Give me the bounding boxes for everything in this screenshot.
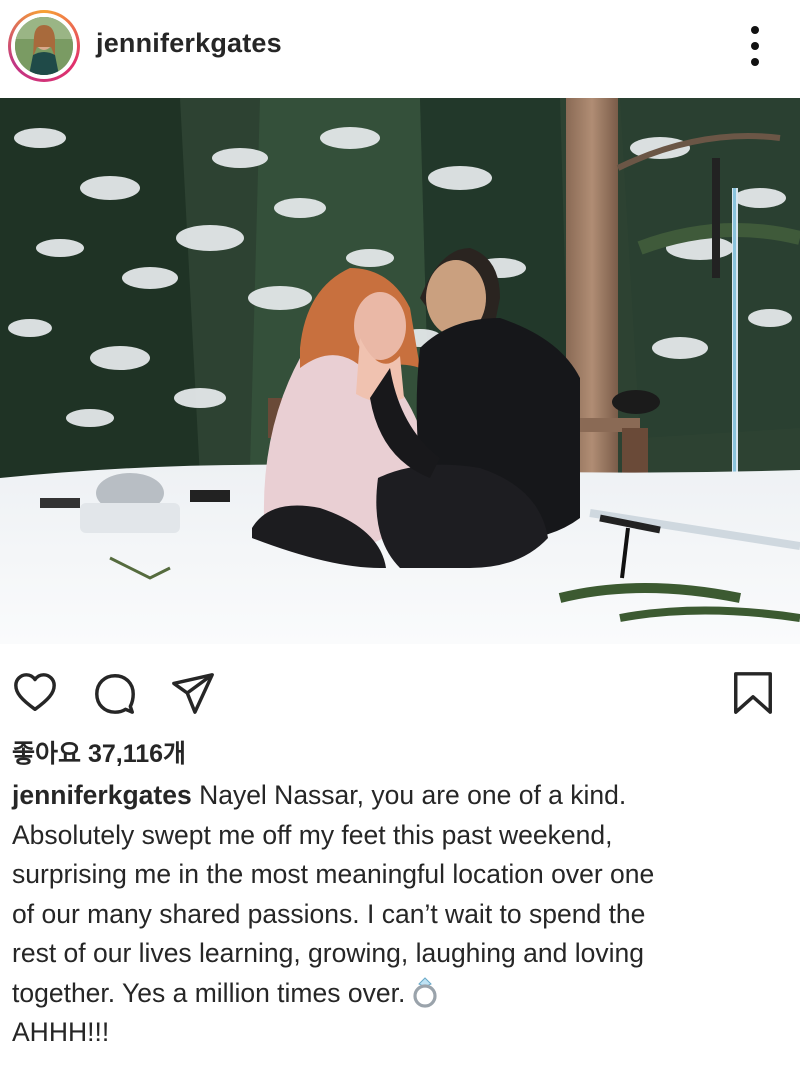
- caption-username[interactable]: jenniferkgates: [12, 780, 192, 810]
- more-vertical-icon: [751, 26, 759, 34]
- caption-line: jenniferkgates Nayel Nassar, you are one…: [12, 776, 788, 816]
- caption-line: of our many shared passions. I can’t wai…: [12, 898, 646, 929]
- story-ring[interactable]: [8, 10, 80, 82]
- caption-text: together. Yes a million times over.: [12, 977, 406, 1008]
- caption-line: AHHH!!!: [12, 1017, 110, 1047]
- bookmark-icon[interactable]: [730, 670, 776, 716]
- post-image: [0, 98, 800, 644]
- caption-line: Absolutely swept me off my feet this pas…: [12, 819, 613, 850]
- send-icon[interactable]: [170, 670, 216, 716]
- action-bar: [0, 644, 800, 730]
- caption-text: Nayel Nassar, you are one of a kind.: [199, 780, 627, 810]
- likes-count[interactable]: 좋아요 37,116개: [12, 734, 186, 770]
- avatar[interactable]: [15, 17, 73, 75]
- comment-icon[interactable]: [92, 670, 138, 716]
- post-caption: jenniferkgates Nayel Nassar, you are one…: [12, 776, 788, 1053]
- caption-line: surprising me in the most meaningful loc…: [12, 859, 655, 889]
- caption-line: together. Yes a million times over.: [12, 974, 788, 1014]
- heart-icon[interactable]: [12, 670, 58, 716]
- post-photo[interactable]: [0, 98, 800, 644]
- avatar-image: [15, 17, 73, 75]
- caption-line: rest of our lives learning, growing, lau…: [12, 938, 644, 968]
- ring-icon: [413, 976, 437, 1008]
- post-username[interactable]: jenniferkgates: [96, 28, 282, 59]
- post-header: jenniferkgates: [0, 0, 800, 96]
- more-options-button[interactable]: [740, 26, 770, 66]
